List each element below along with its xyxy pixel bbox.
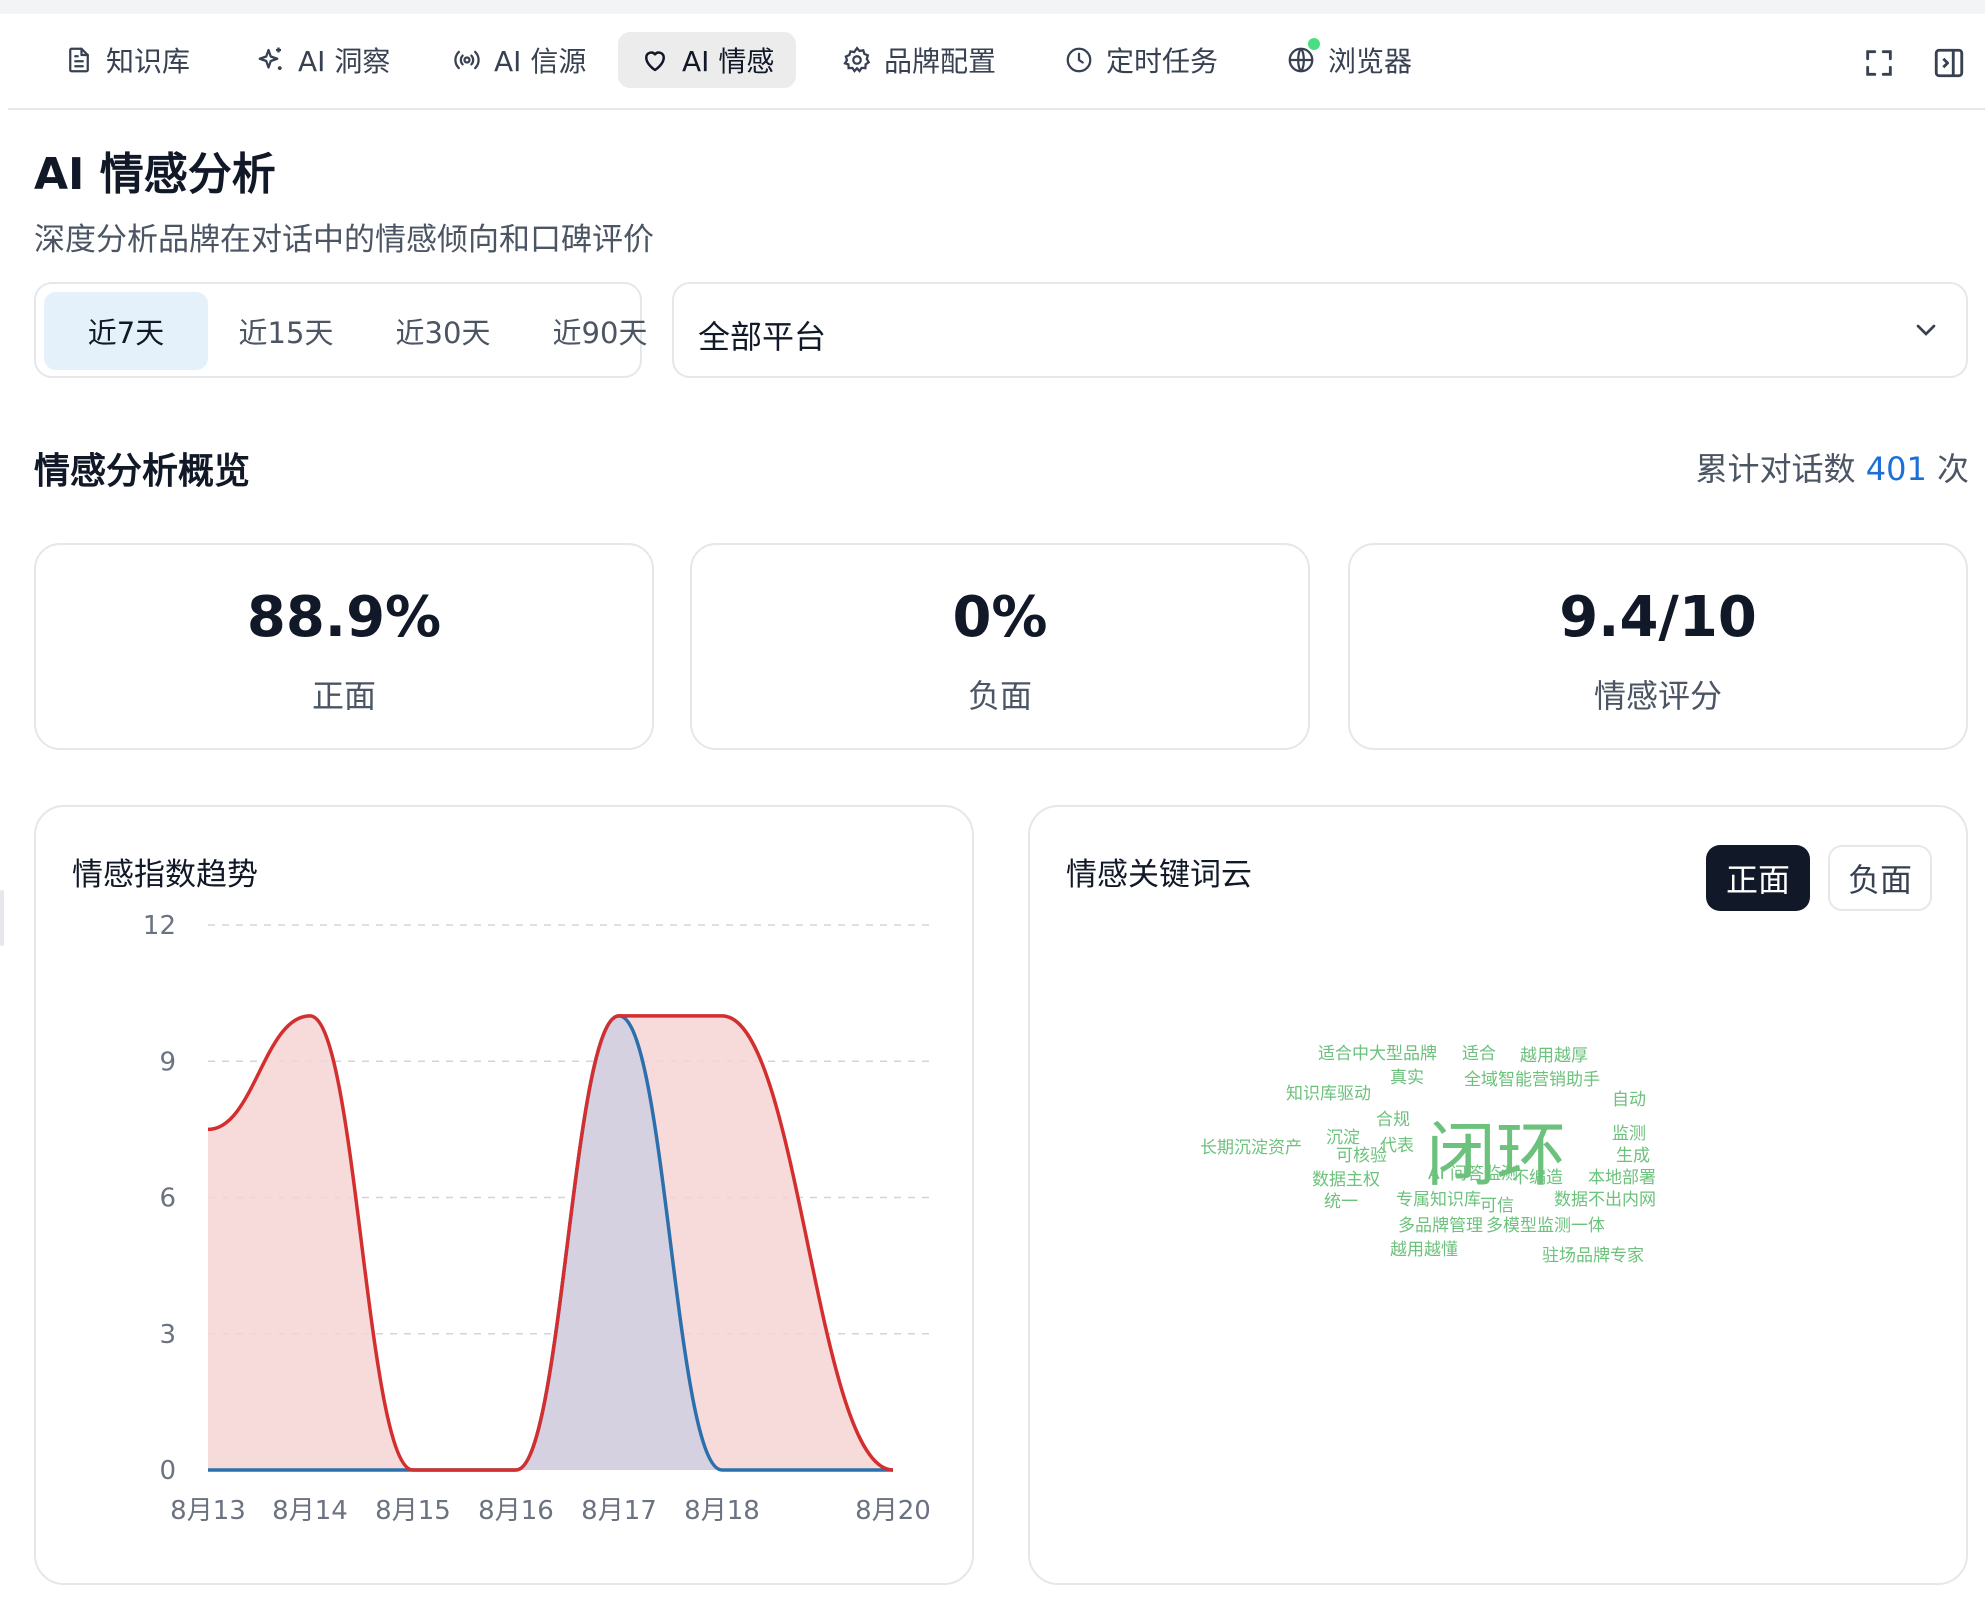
time-range-selector: 近7天 近15天 近30天 近90天 [34, 282, 647, 378]
trend-card: 情感指数趋势 0 3 6 9 12 8月13 8月14 8月15 8月16 8月17 8月18 8月2… [34, 805, 974, 1585]
x-tick-label: 8月15 [375, 1496, 451, 1526]
tab-ai-source[interactable]: AI 信源 [430, 32, 608, 88]
range-90-days[interactable]: 近90天 [522, 292, 678, 370]
cloud-word: 统一 [1324, 1192, 1358, 1212]
trend-chart: 0 3 6 9 12 8月13 8月14 8月15 8月16 8月17 8月18 8月20 [143, 911, 932, 1526]
tab-label: AI 信源 [494, 45, 587, 78]
cloud-word: 合规 [1376, 1110, 1410, 1130]
stat-value: 9.4/10 [1559, 585, 1757, 650]
gear-icon [843, 46, 871, 73]
stat-positive: 88.9% 正面 [34, 543, 654, 750]
stat-label: 情感评分 [1593, 677, 1722, 715]
clock-icon [1066, 47, 1092, 73]
x-tick-label: 8月20 [855, 1496, 931, 1526]
total-prefix: 累计对话数 [1695, 450, 1856, 488]
tab-knowledge-base[interactable]: 知识库 [42, 32, 212, 88]
heart-icon [645, 51, 665, 72]
cloud-word: 专属知识库 [1396, 1190, 1481, 1210]
stat-label: 正面 [311, 677, 376, 715]
cloud-word: 自动 [1612, 1090, 1646, 1110]
tab-ai-insight[interactable]: AI 洞察 [234, 32, 412, 88]
tab-label: 知识库 [106, 45, 191, 78]
platform-select[interactable]: 全部平台 [672, 282, 1968, 378]
document-icon [69, 47, 89, 73]
cloud-word: 越用越懂 [1390, 1240, 1458, 1260]
cloud-word: 全域智能营销助手 [1464, 1070, 1600, 1090]
tab-label: AI 洞察 [298, 45, 391, 78]
total-count: 401 [1865, 450, 1927, 488]
tab-scheduled-tasks[interactable]: 定时任务 [1042, 32, 1240, 88]
top-nav: 知识库 AI 洞察 AI 信源 AI 情感 品牌配置 定时任务 浏览器 [8, 16, 1985, 110]
fullscreen-icon[interactable] [1862, 46, 1896, 80]
platform-select-value: 全部平台 [698, 318, 827, 356]
x-tick-label: 8月13 [170, 1496, 246, 1526]
y-tick-label: 9 [159, 1047, 176, 1077]
stat-score: 9.4/10 情感评分 [1348, 543, 1968, 750]
stat-value: 0% [952, 585, 1048, 650]
cloud-word: AI 问答监测 [1428, 1164, 1519, 1184]
x-tick-label: 8月17 [581, 1496, 657, 1526]
tab-label: 定时任务 [1106, 45, 1219, 78]
y-tick-label: 6 [159, 1184, 176, 1214]
word-cloud: 适合中大型品牌 适合 越用越厚 真实 全域智能营销助手 知识库驱动 自动 合规 沉淀 代表 闭环 监测… [1030, 807, 1966, 1583]
total-conversations: 累计对话数 401 次 [1696, 444, 1969, 490]
page-subtitle: 深度分析品牌在对话中的情感倾向和口碑评价 [34, 222, 654, 258]
range-30-days[interactable]: 近30天 [364, 292, 522, 370]
tab-brand-config[interactable]: 品牌配置 [820, 32, 1018, 88]
x-tick-label: 8月18 [684, 1496, 760, 1526]
cloud-word: 可核验 [1336, 1146, 1387, 1166]
cloud-word: 驻场品牌专家 [1542, 1246, 1644, 1266]
tab-browser[interactable]: 浏览器 [1264, 32, 1434, 88]
y-tick-label: 3 [159, 1320, 176, 1350]
chevron-down-icon [1916, 324, 1936, 336]
cloud-word: 知识库驱动 [1286, 1084, 1371, 1104]
x-tick-label: 8月14 [272, 1496, 348, 1526]
y-tick-label: 0 [159, 1456, 176, 1486]
tab-label: AI 情感 [682, 45, 775, 78]
edge-handle[interactable] [0, 890, 4, 946]
cloud-word: 数据不出内网 [1554, 1190, 1656, 1210]
cloud-word: 长期沉淀资产 [1200, 1138, 1302, 1158]
cloud-word: 多模型监测一体 [1486, 1216, 1605, 1236]
overview-title: 情感分析概览 [34, 451, 251, 492]
x-tick-label: 8月16 [478, 1496, 554, 1526]
window-top-strip [0, 0, 1985, 14]
stat-label: 负面 [967, 677, 1032, 715]
tab-ai-sentiment[interactable]: AI 情感 [618, 32, 797, 88]
stat-negative: 0% 负面 [690, 543, 1310, 750]
stat-value: 88.9% [246, 585, 442, 650]
y-tick-label: 12 [143, 911, 176, 941]
broadcast-icon [454, 50, 480, 70]
cloud-word: 适合中大型品牌 [1318, 1044, 1437, 1064]
wordcloud-card: 情感关键词云 正面 负面 适合中大型品牌 适合 越用越厚 真实 全域智能营销助手 知识库驱… [1028, 805, 1968, 1585]
tab-label: 品牌配置 [884, 45, 997, 78]
cloud-word: 适合 [1462, 1044, 1496, 1064]
range-7-days[interactable]: 近7天 [44, 292, 208, 370]
total-suffix: 次 [1936, 450, 1969, 488]
page-title: AI 情感分析 [34, 149, 276, 200]
sidebar-panel-icon[interactable] [1932, 46, 1966, 80]
cloud-word: 多品牌管理 [1398, 1216, 1483, 1236]
tab-label: 浏览器 [1328, 45, 1413, 78]
sparkles-icon [258, 47, 282, 70]
status-dot [1308, 38, 1320, 50]
range-15-days[interactable]: 近15天 [208, 292, 364, 370]
cloud-word: 越用越厚 [1520, 1046, 1588, 1066]
cloud-word: 真实 [1390, 1068, 1424, 1088]
